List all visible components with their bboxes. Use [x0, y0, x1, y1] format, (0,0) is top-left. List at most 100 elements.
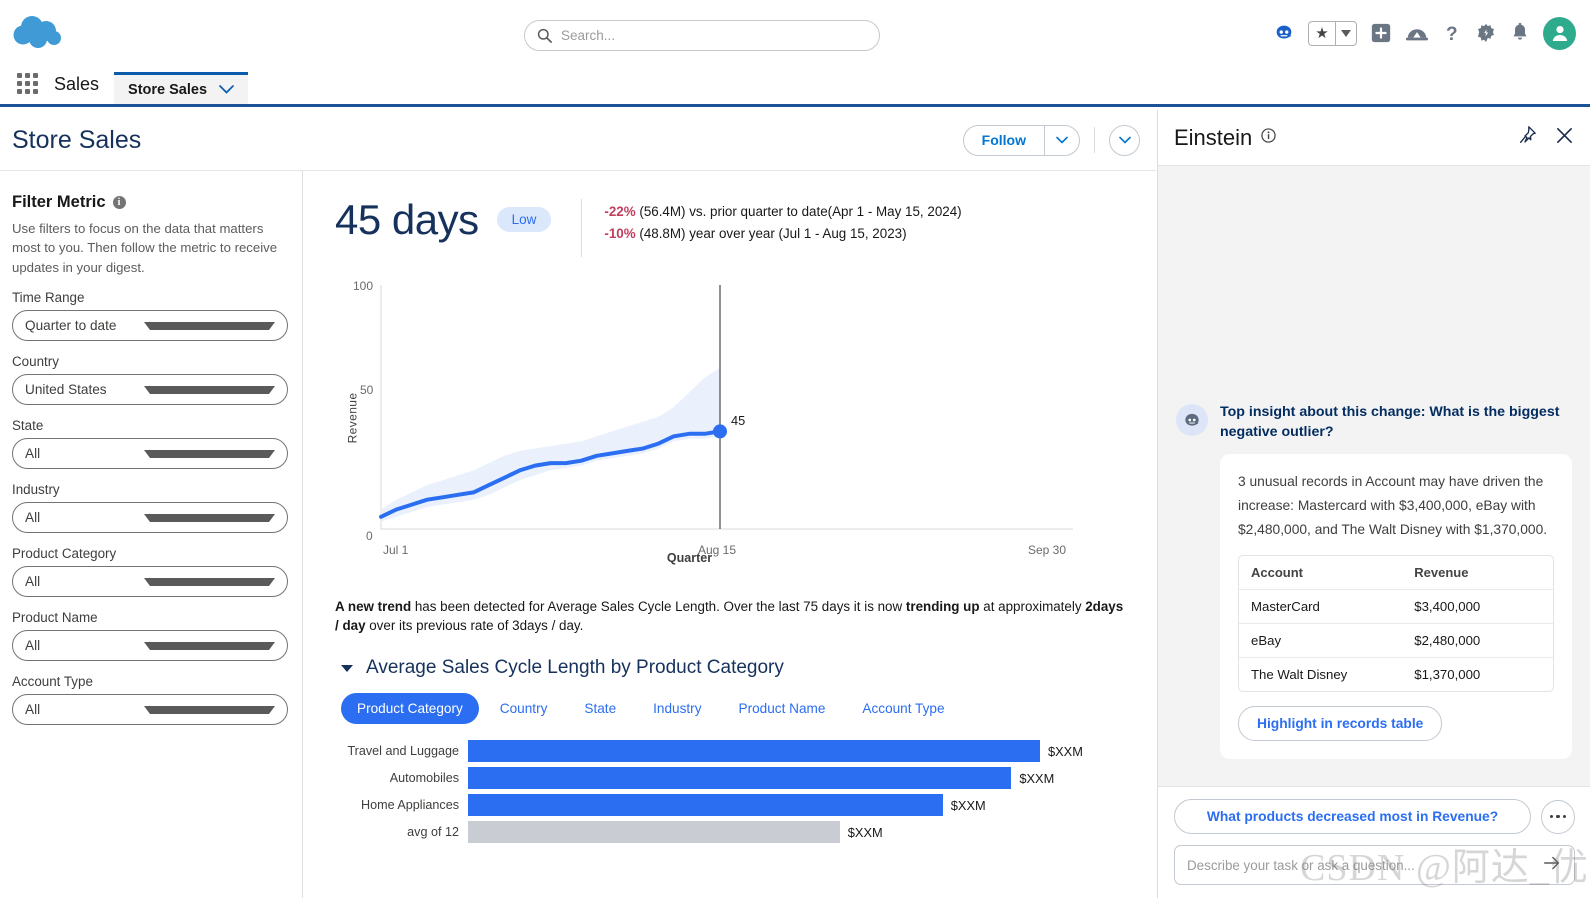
follow-control[interactable]: Follow [963, 125, 1080, 156]
column-header-revenue: Revenue [1402, 556, 1480, 589]
chevron-down-icon [144, 706, 275, 714]
bar-value: $XXM [848, 825, 883, 840]
chevron-down-icon [144, 578, 275, 586]
table-row[interactable]: The Walt Disney $1,370,000 [1239, 658, 1553, 691]
einstein-prompt-input[interactable] [1187, 858, 1542, 873]
line-chart-svg[interactable] [303, 271, 1156, 556]
close-icon[interactable] [1555, 126, 1574, 150]
salesforce-cloud-logo[interactable] [12, 14, 68, 52]
einstein-icon[interactable] [1273, 22, 1295, 44]
bar-row[interactable]: Home Appliances $XXM [303, 794, 1156, 816]
search-input[interactable] [561, 28, 867, 43]
einstein-answer-card: 3 unusual records in Account may have dr… [1220, 454, 1572, 759]
bar-row[interactable]: Travel and Luggage $XXM [303, 740, 1156, 762]
table-row[interactable]: MasterCard $3,400,000 [1239, 590, 1553, 624]
info-icon[interactable] [1261, 128, 1276, 148]
global-search[interactable] [524, 20, 880, 51]
bar-value: $XXM [951, 798, 986, 813]
help-icon[interactable]: ? [1442, 22, 1462, 44]
bar-row[interactable]: avg of 12 $XXM [303, 821, 1156, 843]
bar-fill[interactable] [468, 767, 1011, 789]
filter-field-account-type: Account Type All [12, 674, 288, 725]
metric-comparisons: -22% (56.4M) vs. prior quarter to date(A… [604, 199, 961, 244]
svg-text:?: ? [1446, 24, 1458, 44]
filter-panel-title: Filter Metric i [12, 193, 288, 212]
pin-icon[interactable] [1517, 125, 1537, 150]
einstein-question: Top insight about this change: What is t… [1220, 402, 1572, 442]
section-title: Average Sales Cycle Length by Product Ca… [366, 657, 784, 679]
app-launcher-icon[interactable] [14, 72, 40, 94]
comparison-row: -22% (56.4M) vs. prior quarter to date(A… [604, 201, 961, 223]
product-name-select[interactable]: All [12, 630, 288, 661]
field-value: All [25, 702, 144, 717]
trend-mid3: over its previous rate of 3days / day. [366, 618, 584, 633]
user-avatar[interactable] [1543, 17, 1576, 50]
metric-value: 45 days [335, 199, 479, 241]
chevron-down-icon[interactable] [341, 665, 353, 672]
trend-lead: A new trend [335, 599, 411, 614]
time-range-select[interactable]: Quarter to date [12, 310, 288, 341]
favorites-star-icon[interactable]: ★ [1309, 22, 1335, 45]
tab-state[interactable]: State [568, 693, 632, 724]
divider [1094, 127, 1095, 153]
filter-panel-title-text: Filter Metric [12, 193, 106, 212]
bar-fill[interactable] [468, 821, 840, 843]
send-icon[interactable] [1542, 853, 1562, 878]
state-select[interactable]: All [12, 438, 288, 469]
field-value: All [25, 638, 144, 653]
follow-caret-icon[interactable] [1045, 126, 1079, 155]
field-label: Time Range [12, 290, 288, 305]
gear-icon[interactable] [1475, 22, 1497, 44]
page-actions-menu-button[interactable] [1109, 125, 1140, 156]
bar-row[interactable]: Automobiles $XXM [303, 767, 1156, 789]
einstein-conversation: Top insight about this change: What is t… [1158, 166, 1590, 842]
tab-account-type[interactable]: Account Type [846, 693, 960, 724]
trend-mid2: at approximately [980, 599, 1086, 614]
bar-fill[interactable] [468, 740, 1040, 762]
field-value: All [25, 510, 144, 525]
chevron-down-icon[interactable] [219, 81, 234, 99]
chevron-down-icon [144, 642, 275, 650]
field-value: All [25, 446, 144, 461]
follow-button[interactable]: Follow [964, 126, 1044, 155]
column-header-account: Account [1239, 556, 1402, 589]
highlight-in-records-table-button[interactable]: Highlight in records table [1238, 706, 1442, 741]
trend-mid1: has been detected for Average Sales Cycl… [411, 599, 906, 614]
field-label: State [12, 418, 288, 433]
section-header-breakdown[interactable]: Average Sales Cycle Length by Product Ca… [341, 657, 1156, 679]
tab-country[interactable]: Country [484, 693, 564, 724]
product-category-select[interactable]: All [12, 566, 288, 597]
info-icon[interactable]: i [113, 196, 126, 209]
more-options-button[interactable] [1541, 800, 1575, 834]
einstein-header: Einstein [1158, 110, 1590, 166]
bar-fill[interactable] [468, 794, 943, 816]
field-label: Country [12, 354, 288, 369]
country-select[interactable]: United States [12, 374, 288, 405]
account-type-select[interactable]: All [12, 694, 288, 725]
industry-select[interactable]: All [12, 502, 288, 533]
field-label: Product Name [12, 610, 288, 625]
cloud-setup-icon[interactable] [1405, 22, 1429, 44]
record-page-header: Store Sales Follow [0, 110, 1156, 171]
bar-label: Home Appliances [303, 798, 468, 812]
nav-tab-store-sales[interactable]: Store Sales [114, 72, 248, 104]
comparison-text: (48.8M) year over year (Jul 1 - Aug 15, … [636, 226, 907, 241]
divider [581, 199, 582, 257]
field-label: Product Category [12, 546, 288, 561]
app-root: ★ ? [0, 0, 1590, 898]
favorites-caret-icon[interactable] [1336, 22, 1356, 45]
tab-industry[interactable]: Industry [637, 693, 717, 724]
table-row[interactable]: eBay $2,480,000 [1239, 624, 1553, 658]
marker-dot [713, 424, 727, 438]
tab-product-category[interactable]: Product Category [341, 693, 479, 724]
notifications-bell-icon[interactable] [1510, 22, 1530, 44]
add-icon[interactable] [1370, 22, 1392, 44]
breakdown-dimension-tabs: Product Category Country State Industry … [341, 693, 1156, 724]
suggested-prompt-button[interactable]: What products decreased most in Revenue? [1174, 799, 1531, 834]
comparison-row: -10% (48.8M) year over year (Jul 1 - Aug… [604, 223, 961, 245]
favorites-control[interactable]: ★ [1308, 21, 1357, 46]
filter-field-product-category: Product Category All [12, 546, 288, 597]
tab-product-name[interactable]: Product Name [723, 693, 842, 724]
einstein-input-wrapper[interactable] [1174, 845, 1575, 885]
field-label: Account Type [12, 674, 288, 689]
